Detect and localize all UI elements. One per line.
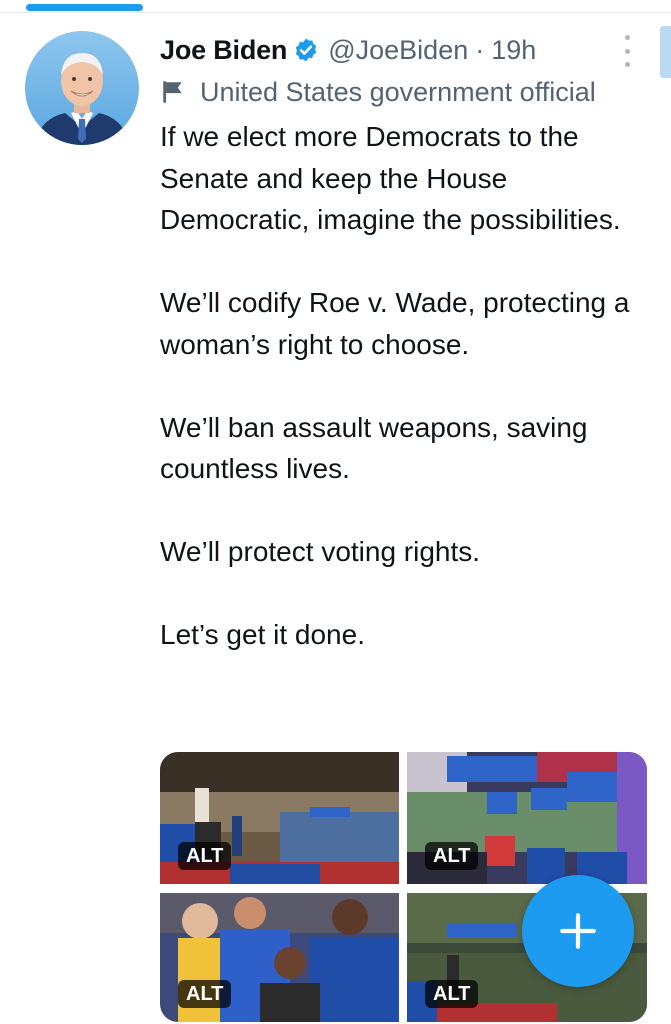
account-label[interactable]: United States government official	[160, 72, 671, 112]
avatar[interactable]	[25, 31, 139, 145]
author-name[interactable]: Joe Biden	[160, 35, 287, 66]
alt-badge[interactable]: ALT	[425, 842, 479, 870]
top-divider	[0, 12, 671, 13]
alt-badge[interactable]: ALT	[178, 842, 232, 870]
more-vertical-icon[interactable]	[612, 33, 642, 69]
author-handle[interactable]: @JoeBiden	[328, 35, 468, 66]
flag-icon	[163, 81, 182, 103]
tweet-paragraph: Let’s get it done.	[160, 619, 365, 650]
alt-badge[interactable]: ALT	[425, 980, 479, 1008]
tweet-text: If we elect more Democrats to the Senate…	[160, 116, 660, 656]
compose-button[interactable]	[522, 875, 634, 987]
timestamp[interactable]: 19h	[491, 35, 536, 66]
tweet-header: Joe Biden @JoeBiden · 19h	[160, 30, 536, 70]
verified-badge-icon	[296, 38, 317, 62]
separator-dot: ·	[475, 34, 485, 65]
plus-icon	[560, 913, 596, 949]
edge-highlight	[660, 26, 671, 78]
tweet-paragraph: If we elect more Democrats to the Senate…	[160, 121, 621, 235]
media-photo-crowd-signs[interactable]: ALT	[407, 752, 647, 884]
media-photo-rally-stage[interactable]: ALT	[160, 752, 399, 884]
tweet-paragraph: We’ll protect voting rights.	[160, 536, 481, 567]
tweet-paragraph: We’ll ban assault weapons, saving countl…	[160, 411, 588, 485]
tweet-paragraph: We’ll codify Roe v. Wade, protecting a w…	[160, 287, 630, 360]
media-photo-supporters[interactable]: ALT	[160, 893, 399, 1022]
alt-badge[interactable]: ALT	[178, 980, 232, 1008]
active-tab-indicator	[26, 4, 143, 11]
account-label-text: United States government official	[200, 76, 596, 107]
